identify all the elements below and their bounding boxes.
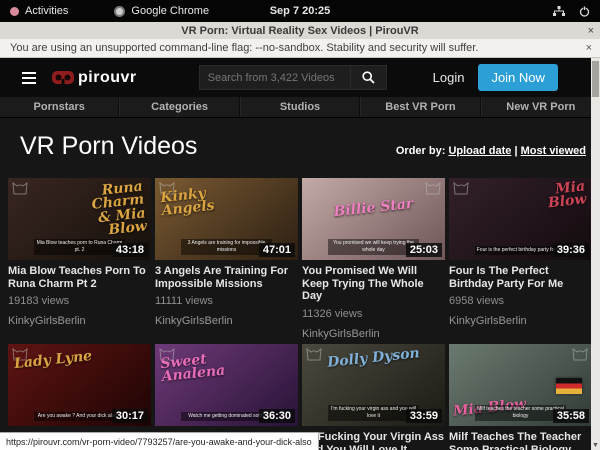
search-icon xyxy=(362,71,375,84)
video-title[interactable]: 3 Angels Are Training For Impossible Mis… xyxy=(155,265,298,290)
clock[interactable]: Sep 7 20:25 xyxy=(0,5,600,17)
video-card[interactable]: Runa Charm & Mia Blow Mia Blow teaches p… xyxy=(8,178,151,340)
video-studio-link[interactable]: KinkyGirlsBerlin xyxy=(449,315,592,327)
video-card[interactable]: Mia Blow Milf teaches the teacher some p… xyxy=(449,344,592,450)
video-views: 19183 views xyxy=(8,295,151,307)
nav-item-pornstars[interactable]: Pornstars xyxy=(0,97,119,117)
video-title[interactable]: Four Is The Perfect Birthday Party For M… xyxy=(449,265,592,290)
menu-hamburger-icon[interactable] xyxy=(22,72,36,84)
studio-watermark-icon xyxy=(159,181,175,200)
page-title: VR Porn Videos xyxy=(20,132,197,161)
video-thumbnail[interactable]: Kinky Angels 3 Angels are training for i… xyxy=(155,178,298,260)
video-title[interactable]: Mia Blow Teaches Porn To Runa Charm Pt 2 xyxy=(8,265,151,290)
video-studio-link[interactable]: KinkyGirlsBerlin xyxy=(302,328,445,340)
video-thumbnail[interactable]: Billie Star You promised we will keep tr… xyxy=(302,178,445,260)
studio-watermark-icon xyxy=(159,347,175,366)
tab-close-icon[interactable]: × xyxy=(588,25,594,37)
video-views: 11326 views xyxy=(302,308,445,320)
video-duration-badge: 36:30 xyxy=(259,409,295,423)
nav-item-studios[interactable]: Studios xyxy=(240,97,360,117)
studio-watermark-icon xyxy=(306,347,322,366)
video-thumbnail[interactable]: Lady Lyne Are you awake ? And your dick … xyxy=(8,344,151,426)
video-card[interactable]: Kinky Angels 3 Angels are training for i… xyxy=(155,178,298,340)
video-thumbnail[interactable]: Sweet Analena Watch me getting dominated… xyxy=(155,344,298,426)
scrollbar-thumb[interactable] xyxy=(592,61,599,97)
thumbnail-overlay-name: Mia Blow xyxy=(515,180,587,214)
join-now-button[interactable]: Join Now xyxy=(478,64,557,91)
nav-item-new-vr-porn[interactable]: New VR Porn xyxy=(481,97,600,117)
video-title[interactable]: Im Fucking Your Virgin Ass And You Will … xyxy=(302,431,445,450)
thumbnail-overlay-name: Dolly Dyson xyxy=(302,344,445,372)
browser-viewport: pirouvr Login Join Now Pornstars Categor… xyxy=(0,58,600,450)
video-title[interactable]: You Promised We Will Keep Trying The Who… xyxy=(302,265,445,303)
studio-watermark-icon xyxy=(12,181,28,200)
power-icon[interactable] xyxy=(579,6,590,17)
status-url: https://pirouvr.com/vr-porn-video/779325… xyxy=(6,437,312,447)
order-separator: | xyxy=(514,145,517,157)
tab-title[interactable]: VR Porn: Virtual Reality Sex Videos | Pi… xyxy=(0,25,600,37)
video-thumbnail[interactable]: Mia Blow Milf teaches the teacher some p… xyxy=(449,344,592,426)
studio-watermark-icon xyxy=(425,181,441,200)
video-duration-badge: 39:36 xyxy=(553,243,589,257)
infobar-close-icon[interactable]: × xyxy=(586,42,592,54)
video-duration-badge: 33:59 xyxy=(406,409,442,423)
search-input[interactable] xyxy=(199,65,351,90)
german-flag-icon xyxy=(556,378,582,394)
system-top-bar: Activities Google Chrome Sep 7 20:25 xyxy=(0,0,600,22)
search-button[interactable] xyxy=(351,65,387,90)
video-views: 6958 views xyxy=(449,295,592,307)
video-duration-badge: 25:03 xyxy=(406,243,442,257)
video-views: 11111 views xyxy=(155,295,298,307)
nav-item-categories[interactable]: Categories xyxy=(119,97,239,117)
site-logo[interactable]: pirouvr xyxy=(52,69,137,87)
video-thumbnail[interactable]: Runa Charm & Mia Blow Mia Blow teaches p… xyxy=(8,178,151,260)
video-card[interactable]: Mia Blow Four is the perfect birthday pa… xyxy=(449,178,592,340)
login-link[interactable]: Login xyxy=(433,70,465,85)
video-grid: Runa Charm & Mia Blow Mia Blow teaches p… xyxy=(8,178,588,450)
order-upload-date-link[interactable]: Upload date xyxy=(448,145,511,157)
studio-watermark-icon xyxy=(12,347,28,366)
thumbnail-overlay-name: Runa Charm & Mia Blow xyxy=(72,180,147,240)
site-header: pirouvr Login Join Now xyxy=(0,58,600,97)
video-duration-badge: 43:18 xyxy=(112,243,148,257)
video-duration-badge: 30:17 xyxy=(112,409,148,423)
order-by-label: Order by: xyxy=(396,145,446,157)
browser-status-bar: https://pirouvr.com/vr-porn-video/779325… xyxy=(0,432,319,450)
main-nav: Pornstars Categories Studios Best VR Por… xyxy=(0,97,600,118)
order-by-controls: Order by: Upload date | Most viewed xyxy=(396,145,586,157)
video-thumbnail[interactable]: Dolly Dyson I'm fucking your virgin ass … xyxy=(302,344,445,426)
chrome-infobar: You are using an unsupported command-lin… xyxy=(0,39,600,58)
video-studio-link[interactable]: KinkyGirlsBerlin xyxy=(155,315,298,327)
site-logo-text: pirouvr xyxy=(78,69,137,87)
studio-watermark-icon xyxy=(572,347,588,366)
browser-tab-bar: VR Porn: Virtual Reality Sex Videos | Pi… xyxy=(0,22,600,39)
video-thumbnail[interactable]: Mia Blow Four is the perfect birthday pa… xyxy=(449,178,592,260)
video-duration-badge: 47:01 xyxy=(259,243,295,257)
studio-watermark-icon xyxy=(453,181,469,200)
video-duration-badge: 35:58 xyxy=(553,409,589,423)
infobar-message: You are using an unsupported command-lin… xyxy=(10,42,478,54)
page-scrollbar[interactable]: ▼ xyxy=(591,58,600,450)
scrollbar-down-arrow-icon[interactable]: ▼ xyxy=(591,442,600,449)
order-most-viewed-link[interactable]: Most viewed xyxy=(521,145,586,157)
network-icon[interactable] xyxy=(553,6,565,17)
video-studio-link[interactable]: KinkyGirlsBerlin xyxy=(8,315,151,327)
nav-item-best-vr-porn[interactable]: Best VR Porn xyxy=(360,97,480,117)
video-card[interactable]: Billie Star You promised we will keep tr… xyxy=(302,178,445,340)
search-bar xyxy=(199,65,387,90)
thumbnail-overlay-name: Billie Star xyxy=(302,195,445,223)
vr-goggles-icon xyxy=(52,71,74,84)
video-title[interactable]: Milf Teaches The Teacher Some Practical … xyxy=(449,431,592,450)
video-card[interactable]: Dolly Dyson I'm fucking your virgin ass … xyxy=(302,344,445,450)
